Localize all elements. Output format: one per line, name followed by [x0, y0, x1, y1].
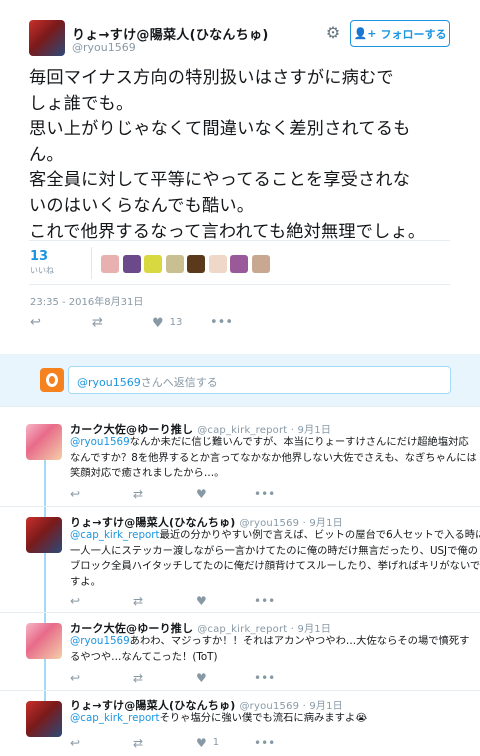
reply-text-line: すよ。 [70, 575, 101, 588]
reply-text-line: あわわ、マジっすか！！それはアカンやつやわ…大佐ならその場で憤死す [129, 635, 470, 647]
reply-text: @ryou1569あわわ、マジっすか！！それはアカンやつやわ…大佐ならその場で憤… [70, 634, 469, 665]
reply-text-line: そりゃ塩分に強い僕でも流石に病みますよ😭 [159, 712, 368, 724]
author-avatar[interactable] [29, 20, 65, 56]
reply-icon[interactable]: ↩ [70, 670, 80, 686]
retweet-icon[interactable]: ⇄ [133, 486, 143, 502]
reply-icon[interactable]: ↩ [30, 315, 41, 331]
reply-icon[interactable]: ↩ [70, 593, 80, 609]
liker-avatar[interactable] [122, 255, 141, 273]
mention-link[interactable]: @cap_kirk_report [70, 529, 160, 541]
divider [29, 284, 450, 285]
divider [0, 406, 480, 407]
reply-input-handle: @ryou1569 [77, 376, 141, 389]
like-button[interactable]: ♥ 1 [196, 735, 219, 751]
retweet-icon[interactable]: ⇄ [92, 315, 103, 331]
mention-link[interactable]: @ryou1569 [70, 635, 130, 647]
divider [91, 247, 92, 279]
follow-button[interactable]: 👤+ フォローする [350, 20, 450, 47]
retweet-icon[interactable]: ⇄ [133, 593, 143, 609]
author-handle[interactable]: @ryou1569 [72, 41, 136, 54]
reply-avatar[interactable] [26, 623, 62, 659]
divider [0, 506, 480, 507]
thread-connector [44, 456, 46, 730]
liker-avatar[interactable] [208, 255, 227, 273]
heart-icon[interactable]: ♥ [196, 670, 207, 686]
like-count: 1 [212, 737, 220, 748]
liker-avatar[interactable] [144, 255, 162, 273]
heart-icon: ♥ [196, 736, 207, 750]
tweet-timestamp[interactable]: 23:35 - 2016年8月31日 [30, 293, 143, 308]
retweet-icon[interactable]: ⇄ [133, 735, 143, 751]
divider [0, 690, 480, 691]
liker-avatar[interactable] [251, 255, 270, 273]
tweet-text-line: しょ誰でも。 [29, 93, 134, 114]
mention-link[interactable]: @ryou1569 [70, 436, 130, 448]
divider [29, 240, 450, 241]
reply-text: @cap_kirk_reportそりゃ塩分に強い僕でも流石に病みますよ😭 [70, 711, 367, 727]
reply-icon[interactable]: ↩ [70, 486, 80, 502]
follow-button-label: フォローする [380, 27, 447, 41]
reply-text: @ryou1569なんか未だに信じ難いんですが、本当にりょーすけさんにだけ超絶塩… [70, 435, 477, 482]
more-icon[interactable]: ••• [210, 315, 233, 331]
reply-text-line: ブロック全員ハイタッチしてたのに俺だけ顔背けてスルーしたり、挙げればキリがないで [70, 560, 480, 572]
reply-text-line: 一人一人にステッカー渡しながら一言かけてたのに俺の時だけ無言だったり、USJで俺… [70, 544, 478, 557]
mention-link[interactable]: @cap_kirk_report [70, 712, 160, 724]
tweet-text: 毎回マイナス方向の特別扱いはさすがに病むで しょ誰でも。 思い上がりじゃなくて間… [29, 66, 459, 245]
reply-text-line: なんですか？8を他界するとか言ってなかなか他界しない大佐でさえも、なぎちゃんには [70, 451, 477, 464]
liker-avatar[interactable] [187, 255, 205, 273]
reply-text: @cap_kirk_report最近の分かりやすい例で言えば、ビットの屋台で6人… [70, 528, 480, 590]
tweet-text-line: 思い上がりじゃなくて間違いなく差別されてるも [29, 119, 411, 140]
more-icon[interactable]: ••• [254, 735, 275, 751]
reply-text-line: 最近の分かりやすい例で言えば、ビットの屋台で6人セットで入る時に [159, 529, 480, 541]
reply-text-line: るやつや…なんてこった！(ToT) [70, 650, 218, 663]
tweet-text-line: ん。 [29, 144, 64, 165]
heart-icon[interactable]: ♥ [196, 593, 207, 609]
liker-avatar[interactable] [230, 255, 248, 273]
like-count: 13 [169, 317, 183, 328]
liker-avatar[interactable] [101, 255, 119, 273]
liker-avatar[interactable] [165, 255, 184, 273]
tweet-text-line: これで他界するなって言われても絶対無理でしょ。 [29, 221, 426, 242]
reply-avatar[interactable] [26, 701, 62, 737]
reply-input[interactable]: @ryou1569さんへ返信する [68, 366, 451, 394]
more-icon[interactable]: ••• [254, 593, 275, 609]
gear-icon[interactable]: ⚙ [324, 24, 342, 42]
tweet-text-line: いのはいくらなんでも酷い。 [29, 195, 255, 216]
user-avatar [40, 368, 64, 392]
retweet-icon[interactable]: ⇄ [133, 670, 143, 686]
like-button[interactable]: ♥ 13 [152, 315, 182, 332]
reply-input-placeholder: さんへ返信する [140, 376, 218, 389]
tweet-text-line: 客全員に対して平等にやってることを享受されな [29, 170, 411, 191]
reply-text-line: 笑顔対応で癒されましたから…。 [70, 467, 225, 479]
reply-avatar[interactable] [26, 517, 62, 553]
more-icon[interactable]: ••• [254, 486, 275, 502]
likes-label[interactable]: いいね [30, 265, 54, 276]
heart-icon: ♥ [152, 316, 164, 331]
reply-text-line: なんか未だに信じ難いんですが、本当にりょーすけさんにだけ超絶塩対応 [129, 436, 469, 448]
divider [0, 612, 480, 613]
reply-avatar[interactable] [26, 424, 62, 460]
tweet-text-line: 毎回マイナス方向の特別扱いはさすがに病むで [29, 68, 394, 88]
reply-icon[interactable]: ↩ [70, 735, 80, 751]
add-user-icon: 👤+ [353, 27, 377, 40]
heart-icon[interactable]: ♥ [196, 486, 207, 502]
more-icon[interactable]: ••• [254, 670, 275, 686]
likes-count[interactable]: 13 [30, 249, 48, 264]
